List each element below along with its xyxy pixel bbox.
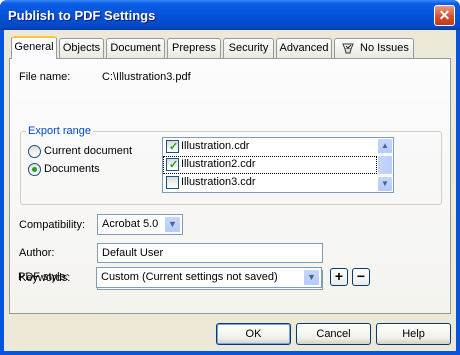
tab-no-issues[interactable]: No Issues bbox=[334, 38, 414, 58]
scroll-thumb[interactable] bbox=[377, 155, 393, 175]
chevron-down-icon: ▼ bbox=[168, 219, 177, 229]
radio-documents-label[interactable]: Documents bbox=[44, 163, 100, 175]
dialog-window: Publish to PDF Settings ✕ General Object… bbox=[0, 0, 460, 355]
file-name-label: File name: bbox=[19, 71, 71, 83]
chevron-up-icon: ▲ bbox=[381, 141, 389, 150]
document-checkbox[interactable] bbox=[166, 176, 179, 189]
check-icon: ✓ bbox=[169, 141, 179, 153]
help-button-label: Help bbox=[402, 328, 425, 340]
tab-document[interactable]: Document bbox=[106, 38, 165, 58]
tab-security-label: Security bbox=[228, 42, 269, 54]
tab-advanced[interactable]: Advanced bbox=[276, 38, 332, 58]
cancel-button[interactable]: Cancel bbox=[296, 323, 371, 345]
dialog-client-area: General Objects Document Prepress Securi… bbox=[4, 30, 456, 351]
list-item[interactable]: ✓ Illustration2.cdr bbox=[163, 156, 377, 174]
tab-objects-label: Objects bbox=[62, 42, 101, 54]
minus-icon: − bbox=[356, 268, 366, 284]
ok-button-label: OK bbox=[245, 328, 262, 340]
close-button[interactable]: ✕ bbox=[434, 5, 455, 26]
scroll-up-button[interactable]: ▲ bbox=[377, 138, 393, 154]
dropdown-button[interactable]: ▼ bbox=[164, 216, 181, 233]
tab-advanced-label: Advanced bbox=[279, 42, 329, 54]
tab-general-label: General bbox=[14, 41, 54, 53]
list-item[interactable]: ✓ Illustration.cdr bbox=[163, 138, 377, 156]
ok-button[interactable]: OK bbox=[216, 323, 291, 345]
help-button[interactable]: Help bbox=[376, 323, 451, 345]
author-label: Author: bbox=[19, 247, 55, 259]
tab-general[interactable]: General bbox=[11, 36, 57, 59]
author-value: Default User bbox=[102, 247, 164, 259]
dropdown-button[interactable]: ▼ bbox=[303, 269, 320, 286]
title-bar[interactable]: Publish to PDF Settings ✕ bbox=[0, 0, 460, 30]
add-style-button[interactable]: + bbox=[330, 268, 348, 286]
tab-objects[interactable]: Objects bbox=[59, 38, 104, 58]
author-field[interactable]: Default User bbox=[97, 243, 323, 263]
radio-selected-dot bbox=[32, 167, 37, 172]
document-checkbox[interactable]: ✓ bbox=[166, 158, 179, 171]
tab-document-label: Document bbox=[110, 42, 161, 54]
tab-security[interactable]: Security bbox=[223, 38, 274, 58]
documents-listbox[interactable]: ✓ Illustration.cdr ✓ Illustration2.cdr I… bbox=[162, 137, 394, 193]
cancel-button-label: Cancel bbox=[316, 328, 351, 340]
remove-style-button[interactable]: − bbox=[352, 268, 370, 286]
issues-icon bbox=[342, 43, 354, 54]
close-icon: ✕ bbox=[438, 7, 451, 23]
radio-current-document[interactable] bbox=[28, 145, 41, 158]
list-item[interactable]: Illustration3.cdr bbox=[163, 174, 377, 192]
plus-icon: + bbox=[334, 268, 344, 284]
check-icon: ✓ bbox=[169, 159, 179, 171]
pdf-style-label: PDF style: bbox=[18, 271, 69, 283]
pdf-style-dropdown[interactable]: Custom (Current settings not saved) ▼ bbox=[96, 267, 322, 288]
tab-no-issues-label: No Issues bbox=[360, 42, 409, 54]
file-name-value: C:\Illustration3.pdf bbox=[102, 71, 191, 83]
export-range-title: Export range bbox=[26, 125, 93, 137]
window-title: Publish to PDF Settings bbox=[8, 8, 156, 23]
pdf-style-value: Custom (Current settings not saved) bbox=[101, 271, 278, 283]
scroll-down-button[interactable]: ▼ bbox=[377, 176, 393, 192]
radio-documents[interactable] bbox=[28, 163, 41, 176]
chevron-down-icon: ▼ bbox=[381, 179, 389, 188]
document-name: Illustration2.cdr bbox=[181, 158, 256, 170]
list-scrollbar[interactable]: ▲ ▼ bbox=[377, 138, 393, 192]
document-checkbox[interactable]: ✓ bbox=[166, 140, 179, 153]
tab-prepress[interactable]: Prepress bbox=[167, 38, 221, 58]
compatibility-value: Acrobat 5.0 bbox=[102, 218, 159, 230]
compatibility-label: Compatibility: bbox=[19, 219, 86, 231]
document-name: Illustration.cdr bbox=[181, 140, 250, 152]
compatibility-dropdown[interactable]: Acrobat 5.0 ▼ bbox=[97, 214, 183, 235]
tab-prepress-label: Prepress bbox=[171, 42, 217, 54]
chevron-down-icon: ▼ bbox=[307, 272, 316, 282]
radio-current-document-label[interactable]: Current document bbox=[44, 145, 132, 157]
document-name: Illustration3.cdr bbox=[181, 176, 256, 188]
